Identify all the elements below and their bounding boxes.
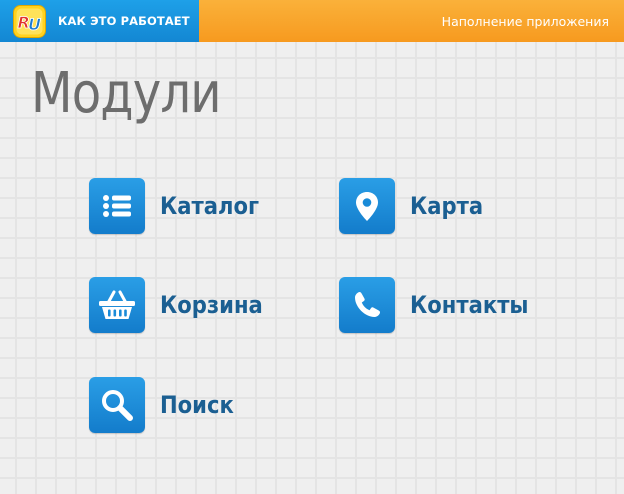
- svg-text:U: U: [28, 15, 41, 34]
- app-fill-bar[interactable]: Наполнение приложения: [199, 0, 624, 42]
- phone-icon: [339, 277, 395, 333]
- basket-icon: [89, 277, 145, 333]
- ru-logo-icon: R U: [13, 4, 46, 38]
- module-label: Каталог: [160, 192, 260, 220]
- module-basket[interactable]: Корзина: [89, 277, 277, 333]
- list-icon: [89, 178, 145, 234]
- top-bar: R U КАК ЭТО РАБОТАЕТ Наполнение приложен…: [0, 0, 624, 42]
- how-it-works-link[interactable]: R U КАК ЭТО РАБОТАЕТ: [0, 0, 199, 42]
- search-icon: [89, 377, 145, 433]
- module-contacts[interactable]: Контакты: [339, 277, 545, 333]
- module-search[interactable]: Поиск: [89, 377, 244, 433]
- page-title: Модули: [31, 61, 222, 126]
- module-label: Корзина: [160, 291, 263, 319]
- how-it-works-label[interactable]: КАК ЭТО РАБОТАЕТ: [58, 14, 190, 28]
- app-fill-label[interactable]: Наполнение приложения: [442, 14, 609, 29]
- map-pin-icon: [339, 178, 395, 234]
- module-catalog[interactable]: Каталог: [89, 178, 273, 234]
- module-label: Поиск: [160, 391, 234, 419]
- module-label: Контакты: [410, 291, 529, 319]
- module-label: Карта: [410, 192, 484, 220]
- module-map[interactable]: Карта: [339, 178, 493, 234]
